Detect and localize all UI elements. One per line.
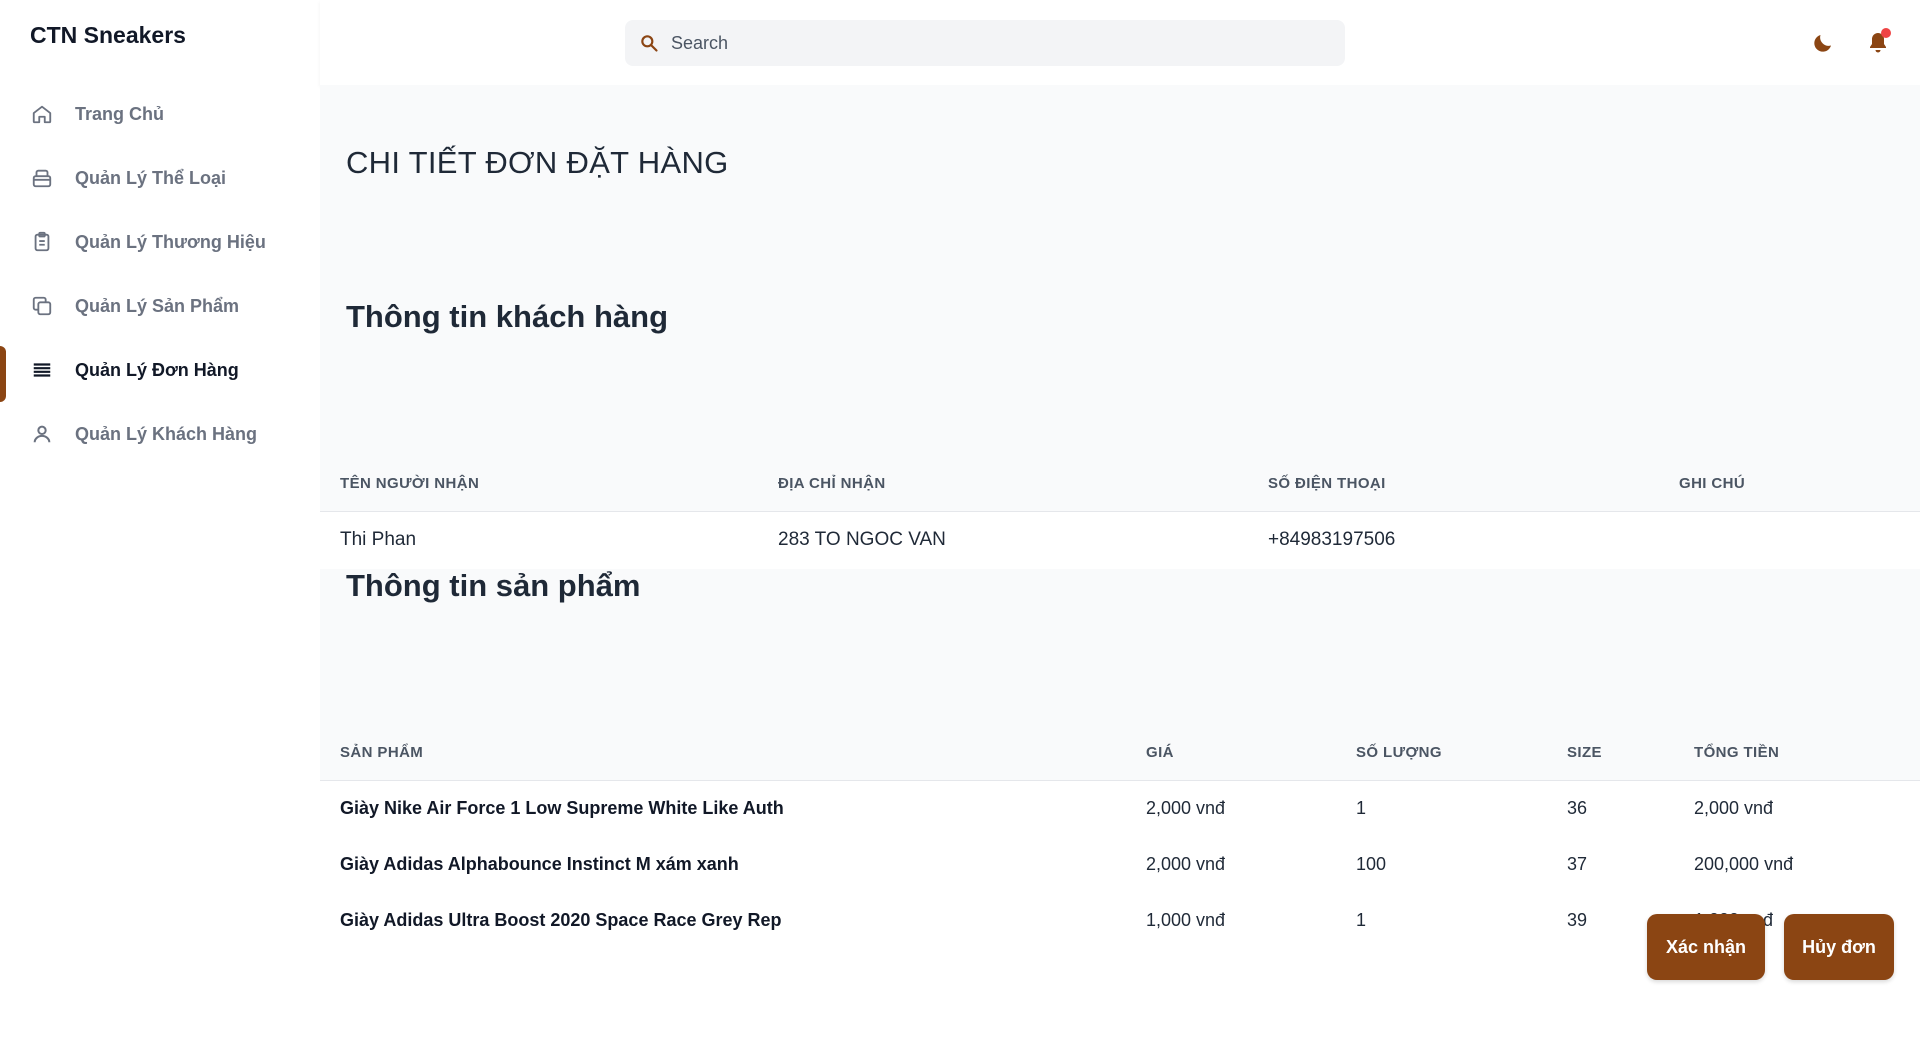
sidebar-item-products[interactable]: Quản Lý Sản Phẩm [0, 274, 320, 338]
sidebar-item-home[interactable]: Trang Chủ [0, 82, 320, 146]
col-product: SẢN PHẨM [320, 720, 1126, 781]
recipient-name: Thi Phan [320, 511, 758, 569]
product-name: Giày Nike Air Force 1 Low Supreme White … [320, 780, 1126, 836]
dark-mode-toggle[interactable] [1810, 30, 1836, 56]
sidebar-item-orders[interactable]: Quản Lý Đơn Hàng [0, 338, 320, 402]
product-name: Giày Adidas Alphabounce Instinct M xám x… [320, 836, 1126, 892]
brand-logo[interactable]: CTN Sneakers [30, 22, 186, 49]
recipient-note [1659, 511, 1920, 569]
col-note: GHI CHÚ [1659, 451, 1920, 512]
table-row: Giày Nike Air Force 1 Low Supreme White … [320, 780, 1920, 836]
search-bar[interactable] [625, 20, 1345, 66]
product-total: 2,000 vnđ [1674, 780, 1920, 836]
customer-section-title: Thông tin khách hàng [346, 299, 669, 334]
product-price: 1,000 vnđ [1126, 892, 1336, 948]
col-size: SIZE [1547, 720, 1674, 781]
confirm-order-button[interactable]: Xác nhận [1647, 914, 1765, 980]
customer-table: TÊN NGƯỜI NHẬN ĐỊA CHỈ NHẬN SỐ ĐIỆN THOẠ… [320, 451, 1920, 569]
col-price: GIÁ [1126, 720, 1336, 781]
search-icon [639, 33, 659, 53]
sidebar-item-categories[interactable]: Quản Lý Thể Loại [0, 146, 320, 210]
moon-icon [1811, 31, 1835, 55]
sidebar-item-customers[interactable]: Quản Lý Khách Hàng [0, 402, 320, 466]
user-icon [30, 422, 54, 446]
page-title: CHI TIẾT ĐƠN ĐẶT HÀNG [346, 145, 729, 180]
clipboard-icon [30, 230, 54, 254]
cancel-order-button[interactable]: Hủy đơn [1784, 914, 1894, 980]
product-size: 37 [1547, 836, 1674, 892]
home-icon [30, 102, 54, 126]
notifications-button[interactable] [1865, 28, 1891, 56]
sidebar-nav: Trang Chủ Quản Lý Thể Loại Quản Lý Thươn… [0, 82, 320, 466]
product-name: Giày Adidas Ultra Boost 2020 Space Race … [320, 892, 1126, 948]
product-price: 2,000 vnđ [1126, 836, 1336, 892]
product-quantity: 1 [1336, 780, 1547, 836]
col-recipient-name: TÊN NGƯỜI NHẬN [320, 451, 758, 512]
top-header [320, 0, 1920, 85]
sidebar: CTN Sneakers Trang Chủ Quản Lý Thể Loại … [0, 0, 320, 1045]
table-row: Giày Adidas Alphabounce Instinct M xám x… [320, 836, 1920, 892]
table-row: Thi Phan 283 TO NGOC VAN +84983197506 [320, 511, 1920, 569]
sidebar-item-label: Quản Lý Đơn Hàng [75, 359, 239, 380]
sidebar-item-label: Quản Lý Thương Hiệu [75, 231, 266, 252]
main-content: CHI TIẾT ĐƠN ĐẶT HÀNG Thông tin khách hà… [320, 85, 1920, 1045]
search-input[interactable] [671, 32, 1311, 54]
app-root: CTN Sneakers Trang Chủ Quản Lý Thể Loại … [0, 0, 1920, 1045]
product-total: 200,000 vnđ [1674, 836, 1920, 892]
table-header-row: TÊN NGƯỜI NHẬN ĐỊA CHỈ NHẬN SỐ ĐIỆN THOẠ… [320, 451, 1920, 512]
sidebar-item-brands[interactable]: Quản Lý Thương Hiệu [0, 210, 320, 274]
product-size: 36 [1547, 780, 1674, 836]
col-total: TỔNG TIỀN [1674, 720, 1920, 781]
col-address: ĐỊA CHỈ NHẬN [758, 451, 1248, 512]
product-section-title: Thông tin sản phẩm [346, 568, 641, 603]
sidebar-item-label: Trang Chủ [75, 103, 164, 124]
table-header-row: SẢN PHẨM GIÁ SỐ LƯỢNG SIZE TỔNG TIỀN [320, 720, 1920, 781]
recipient-address: 283 TO NGOC VAN [758, 511, 1248, 569]
sidebar-item-label: Quản Lý Thể Loại [75, 167, 227, 188]
sidebar-item-label: Quản Lý Khách Hàng [75, 423, 258, 444]
product-price: 2,000 vnđ [1126, 780, 1336, 836]
sidebar-item-label: Quản Lý Sản Phẩm [75, 295, 240, 316]
box-icon [30, 166, 54, 190]
copy-icon [30, 294, 54, 318]
col-phone: SỐ ĐIỆN THOẠI [1248, 451, 1659, 512]
recipient-phone: +84983197506 [1248, 511, 1659, 569]
col-quantity: SỐ LƯỢNG [1336, 720, 1547, 781]
list-icon [30, 358, 54, 382]
product-quantity: 100 [1336, 836, 1547, 892]
notification-badge [1881, 28, 1891, 38]
product-quantity: 1 [1336, 892, 1547, 948]
